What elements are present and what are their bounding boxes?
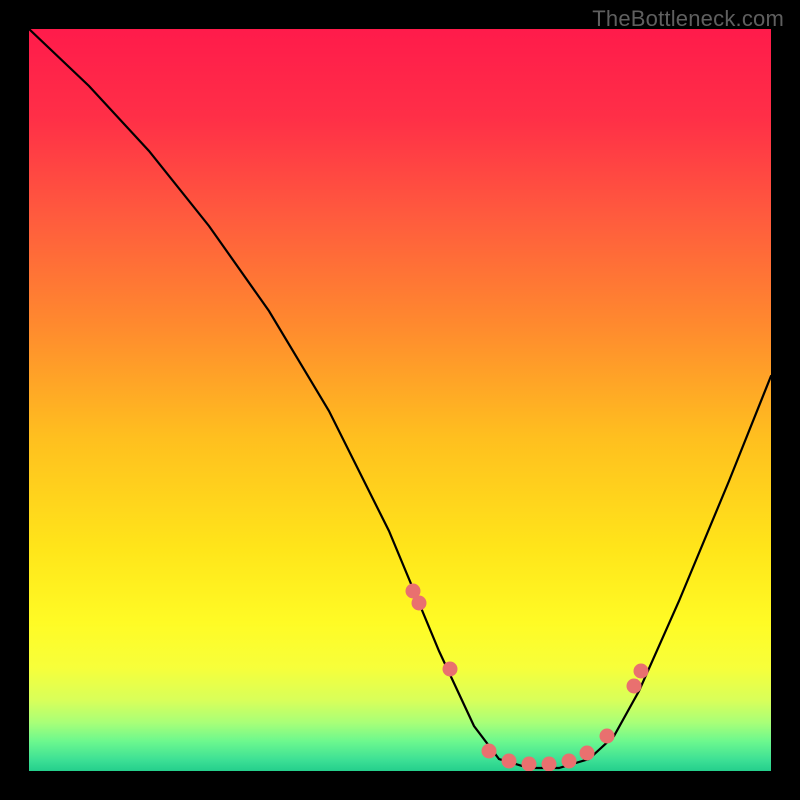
- highlight-dot: [443, 662, 458, 677]
- chart-frame: TheBottleneck.com: [0, 0, 800, 800]
- bottleneck-curve: [29, 29, 771, 768]
- marker-group: [406, 584, 649, 772]
- highlight-dot: [502, 754, 517, 769]
- highlight-dot: [412, 596, 427, 611]
- highlight-dot: [522, 757, 537, 772]
- curve-layer: [29, 29, 771, 771]
- highlight-dot: [580, 746, 595, 761]
- highlight-dot: [634, 664, 649, 679]
- highlight-dot: [562, 754, 577, 769]
- highlight-dot: [600, 729, 615, 744]
- plot-area: [29, 29, 771, 771]
- highlight-dot: [482, 744, 497, 759]
- highlight-dot: [627, 679, 642, 694]
- highlight-dot: [542, 757, 557, 772]
- watermark-text: TheBottleneck.com: [592, 6, 784, 32]
